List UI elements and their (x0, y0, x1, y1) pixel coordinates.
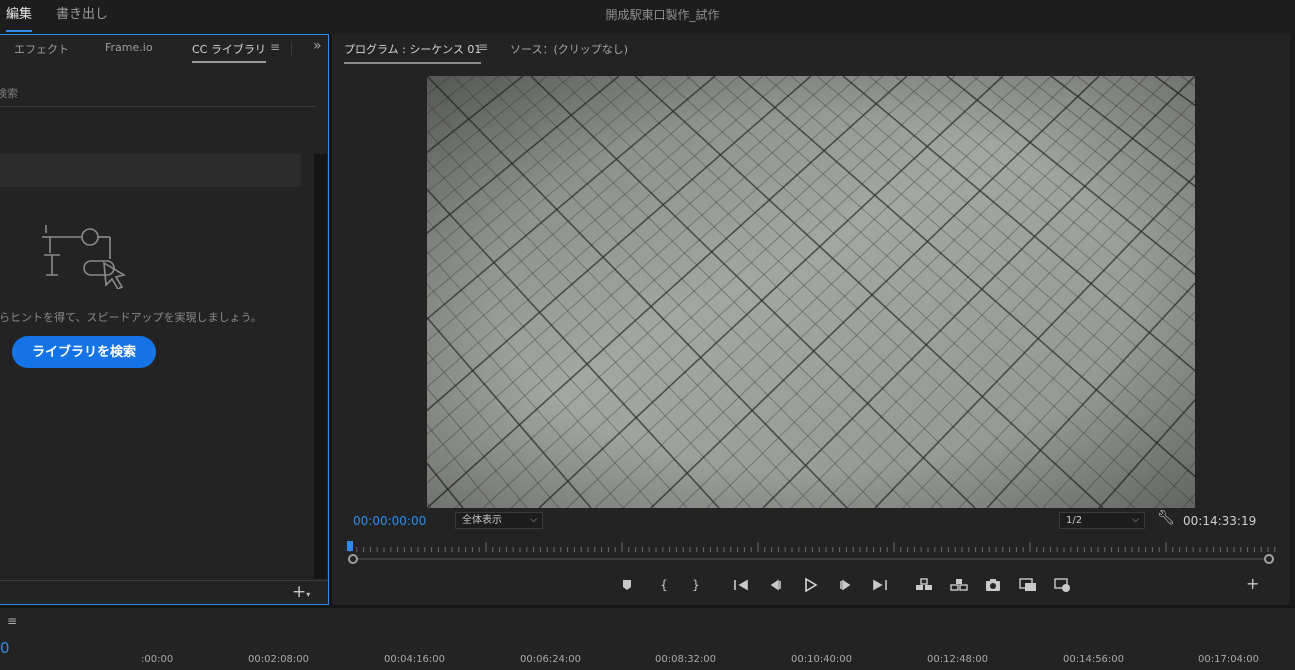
library-illustration-icon (42, 225, 127, 289)
button-editor-plus-icon[interactable]: + (1246, 574, 1259, 593)
tab-program-monitor[interactable]: プログラム : シーケンス 01 (344, 41, 482, 64)
go-to-out-icon[interactable] (869, 574, 891, 596)
ruler-label: 00:17:04:00 (1198, 654, 1260, 665)
ruler-label: 00:02:08:00 (248, 654, 310, 665)
add-marker-icon[interactable] (616, 574, 638, 596)
ruler-label: 00:04:16:00 (384, 654, 446, 665)
tab-effects[interactable]: エフェクト (14, 41, 69, 57)
library-dropdown[interactable] (0, 154, 301, 187)
ruler-label: :00:00 (141, 654, 174, 665)
tab-cc-libraries[interactable]: CC ライブラリ (192, 41, 266, 63)
chevron-down-icon: ⌵ (1132, 515, 1139, 525)
step-back-icon[interactable] (764, 574, 786, 596)
panel-divider-vertical[interactable] (329, 34, 332, 605)
tab-divider (291, 42, 292, 56)
workspace-bar: 編集 書き出し 開成駅東口製作_試作 (0, 0, 1295, 32)
zoom-handle-left[interactable] (348, 554, 358, 564)
program-monitor-panel: プログラム : シーケンス 01 ≡ ソース：(クリップなし) 00:00:00… (332, 34, 1295, 605)
mark-in-icon[interactable]: { (653, 574, 675, 596)
cc-libraries-panel: エフェクト Frame.io CC ライブラリ ≡ » 検索 からヒントを得て、… (0, 34, 329, 605)
export-frame-icon[interactable] (982, 574, 1004, 596)
playback-resolution-select[interactable]: 1/2 ⌵ (1059, 512, 1145, 529)
comparison-view-icon[interactable] (1017, 574, 1039, 596)
hamburger-menu-icon[interactable]: ≡ (270, 40, 280, 54)
library-hint-text: からヒントを得て、スピードアップを実現しましょう。 (0, 311, 262, 324)
chevron-down-icon: ⌵ (530, 515, 537, 525)
zoom-fit-value: 全体表示 (462, 515, 502, 526)
ruler-label: 00:14:56:00 (1063, 654, 1125, 665)
ruler-label: 00:06:24:00 (520, 654, 582, 665)
tab-source-monitor[interactable]: ソース：(クリップなし) (510, 41, 628, 57)
panel-edge (1290, 34, 1295, 605)
timeline-timecode[interactable]: 0 (0, 639, 10, 657)
proxy-toggle-icon[interactable] (1052, 574, 1074, 596)
play-icon[interactable] (799, 574, 821, 596)
current-timecode[interactable]: 00:00:00:00 (353, 514, 426, 528)
monitor-time-ruler[interactable] (346, 540, 1276, 554)
tab-frame-io[interactable]: Frame.io (105, 41, 153, 54)
lift-icon[interactable] (913, 574, 935, 596)
step-forward-icon[interactable] (835, 574, 857, 596)
ruler-label: 00:12:48:00 (927, 654, 989, 665)
go-to-in-icon[interactable] (730, 574, 752, 596)
duration-timecode: 00:14:33:19 (1183, 514, 1257, 528)
panel-scrollbar[interactable] (314, 154, 327, 579)
playhead[interactable] (347, 541, 353, 551)
zoom-handle-right[interactable] (1264, 554, 1274, 564)
playback-resolution-value: 1/2 (1066, 515, 1083, 526)
project-title: 開成駅東口製作_試作 (605, 8, 720, 22)
hamburger-menu-icon[interactable]: ≡ (478, 40, 488, 54)
hamburger-menu-icon[interactable]: ≡ (7, 614, 17, 628)
panel-footer-divider (0, 580, 328, 581)
double-chevron-right-icon[interactable]: » (313, 38, 322, 54)
zoom-fit-select[interactable]: 全体表示 ⌵ (455, 512, 543, 529)
plus-icon[interactable]: +▾ (292, 582, 310, 602)
timeline-panel: ≡ 0 :00:00 00:02:08:00 00:04:16:00 00:06… (0, 608, 1295, 670)
ruler-label: 00:08:32:00 (655, 654, 717, 665)
video-frame (427, 76, 1195, 508)
mark-out-icon[interactable]: } (685, 574, 707, 596)
wrench-settings-icon[interactable]: 🔧︎ (1157, 510, 1175, 526)
search-library-button[interactable]: ライブラリを検索 (12, 336, 156, 368)
transport-controls: { } (332, 574, 1295, 596)
video-preview[interactable] (427, 76, 1195, 508)
extract-icon[interactable] (948, 574, 970, 596)
library-search-input[interactable]: 検索 (0, 85, 18, 101)
zoom-scroll-bar[interactable] (352, 558, 1270, 560)
ruler-label: 00:10:40:00 (791, 654, 853, 665)
search-underline (0, 106, 316, 107)
